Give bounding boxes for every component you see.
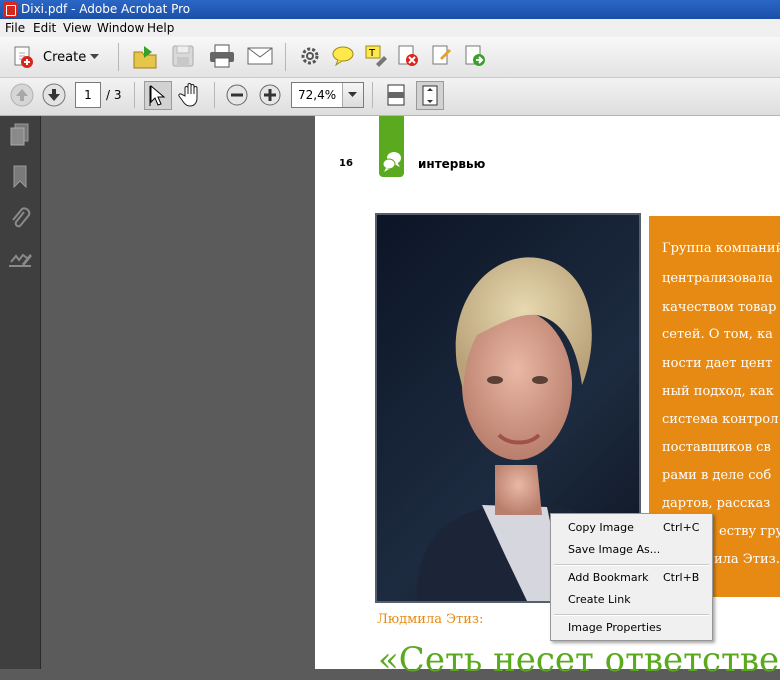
email-icon[interactable] [247, 46, 273, 66]
menu-file[interactable]: File [5, 19, 25, 37]
fit-page-button[interactable] [416, 81, 444, 110]
context-menu-image-properties[interactable]: Image Properties [553, 617, 710, 639]
svg-text:T: T [368, 48, 376, 59]
intro-line: централизовала [662, 271, 773, 286]
context-menu-add-bookmark[interactable]: Add Bookmark Ctrl+B [553, 567, 710, 589]
signatures-icon[interactable] [7, 250, 33, 270]
intro-line: качеством товар [662, 300, 777, 315]
save-icon[interactable] [171, 44, 195, 68]
intro-line: ила Этиз. [714, 552, 780, 567]
next-page-icon[interactable] [41, 82, 67, 108]
print-icon[interactable] [209, 44, 235, 68]
zoom-in-icon[interactable] [258, 83, 282, 107]
title-bar: Dixi.pdf - Adobe Acrobat Pro [0, 0, 780, 19]
menu-edit[interactable]: Edit [33, 19, 56, 37]
intro-line: дартов, рассказ [662, 496, 771, 511]
menu-divider [554, 614, 709, 616]
context-menu-create-link[interactable]: Create Link [553, 589, 710, 611]
redact-icon[interactable] [396, 44, 420, 68]
context-menu-copy-image[interactable]: Copy Image Ctrl+C [553, 517, 710, 539]
zoom-out-icon[interactable] [225, 83, 249, 107]
gear-icon[interactable] [299, 45, 321, 67]
create-pdf-icon [14, 46, 33, 68]
zoom-select[interactable]: 72,4% [291, 82, 364, 108]
highlight-text-icon[interactable]: T [364, 44, 388, 68]
page-number-input[interactable]: 1 [75, 82, 101, 108]
cursor-arrow-icon [149, 85, 166, 106]
menu-item-label: Save Image As... [568, 543, 661, 556]
menu-item-label: Image Properties [568, 621, 662, 634]
intro-line: система контрол [662, 412, 779, 427]
main-toolbar: Create T [0, 37, 780, 78]
bookmarks-icon[interactable] [9, 164, 31, 190]
page-total: / 3 [106, 88, 122, 102]
create-button[interactable]: Create [8, 43, 106, 71]
menu-item-label: Create Link [568, 593, 631, 606]
fit-page-icon [422, 85, 438, 106]
navigation-toolbar: 1 / 3 72,4% [0, 78, 780, 116]
previous-page-icon[interactable] [9, 82, 35, 108]
comment-icon[interactable] [331, 45, 355, 67]
section-marker [379, 116, 404, 177]
menu-item-shortcut: Ctrl+B [663, 571, 700, 584]
menu-item-label: Add Bookmark [568, 571, 649, 584]
intro-line: рами в деле соб [662, 468, 772, 483]
menu-help[interactable]: Help [147, 19, 174, 37]
context-menu: Copy Image Ctrl+C Save Image As... Add B… [550, 513, 713, 641]
intro-line: ности дает цент [662, 356, 773, 371]
intro-line: ный подход, как [662, 384, 774, 399]
intro-line: поставщиков св [662, 440, 771, 455]
page-thumbnails-icon[interactable] [8, 122, 32, 148]
navigation-pane [0, 116, 41, 669]
menu-item-shortcut: Ctrl+C [663, 521, 700, 534]
menu-view[interactable]: View [63, 19, 91, 37]
article-headline: «Сеть несет ответствен [378, 640, 780, 680]
select-tool-button[interactable] [144, 81, 172, 110]
intro-line: еству гру [719, 524, 780, 539]
section-title: интервью [418, 157, 486, 171]
photo-caption: Людмила Этиз: [377, 612, 484, 627]
sign-document-icon[interactable] [430, 44, 454, 68]
fit-width-scroll-icon[interactable] [383, 82, 409, 108]
chevron-down-icon [348, 92, 357, 97]
share-document-icon[interactable] [463, 44, 487, 68]
speech-bubbles-icon [382, 152, 401, 172]
menu-divider [554, 564, 709, 566]
menu-window[interactable]: Window [97, 19, 144, 37]
open-folder-icon[interactable] [132, 44, 158, 70]
zoom-dropdown-button[interactable] [342, 83, 363, 107]
hand-tool-icon[interactable] [178, 82, 204, 108]
acrobat-app-icon [3, 2, 17, 17]
attachment-paperclip-icon[interactable] [9, 206, 31, 232]
page-number-label: 16 [339, 158, 353, 169]
menu-bar: File Edit View Window Help [0, 19, 780, 37]
create-label: Create [43, 50, 87, 65]
zoom-value: 72,4% [298, 88, 337, 102]
window-title: Dixi.pdf - Adobe Acrobat Pro [21, 2, 191, 16]
menu-item-label: Copy Image [568, 521, 634, 534]
chevron-down-icon [90, 54, 99, 59]
intro-line: сетей. О том, ка [662, 327, 773, 342]
intro-line: Группа компаний [662, 241, 780, 256]
context-menu-save-image-as[interactable]: Save Image As... [553, 539, 710, 561]
